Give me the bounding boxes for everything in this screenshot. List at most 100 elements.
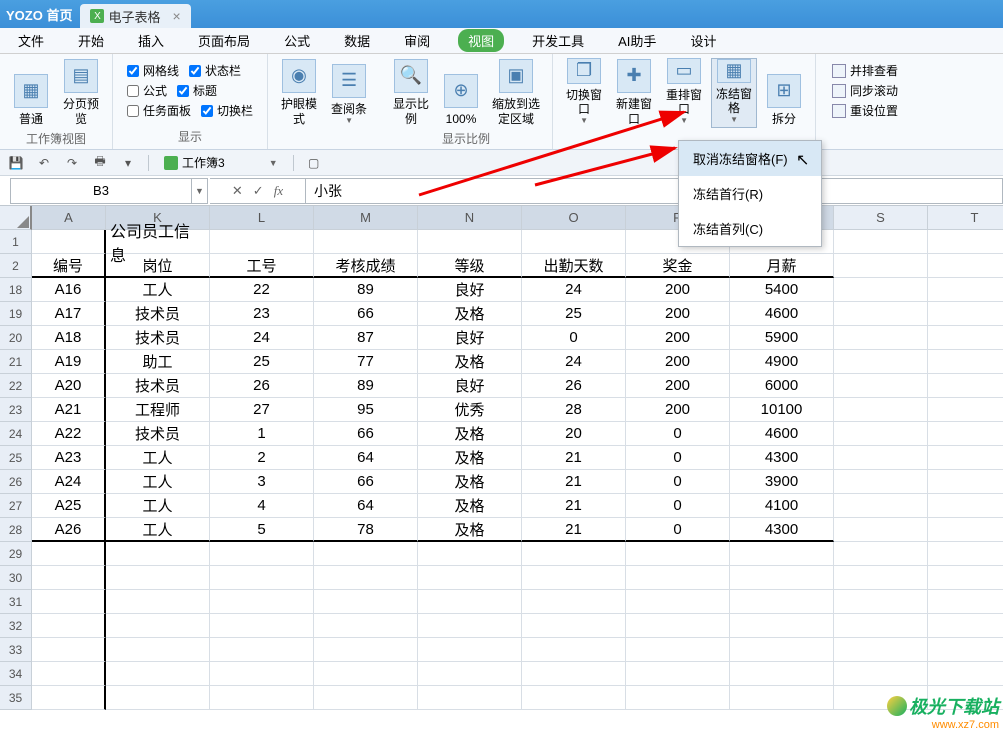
switchbar-checkbox[interactable]: 切换栏: [201, 102, 253, 119]
table-cell[interactable]: 及格: [418, 470, 522, 494]
table-header[interactable]: 工号: [210, 254, 314, 278]
cancel-icon[interactable]: ✕: [232, 183, 243, 199]
column-header[interactable]: T: [928, 206, 1003, 230]
menu-pagelayout[interactable]: 页面布局: [192, 29, 256, 52]
new-window-button[interactable]: ✚新建窗口: [611, 58, 657, 128]
sheet-icon[interactable]: ▢: [304, 153, 324, 173]
table-cell[interactable]: 0: [626, 446, 730, 470]
menu-ai[interactable]: AI助手: [612, 29, 662, 52]
table-header[interactable]: 编号: [32, 254, 106, 278]
table-header[interactable]: 月薪: [730, 254, 834, 278]
table-cell[interactable]: 0: [626, 494, 730, 518]
table-cell[interactable]: 66: [314, 470, 418, 494]
table-cell[interactable]: 77: [314, 350, 418, 374]
table-header[interactable]: 出勤天数: [522, 254, 626, 278]
switch-window-button[interactable]: ❐切换窗口▼: [561, 58, 607, 128]
table-cell[interactable]: 及格: [418, 422, 522, 446]
table-cell[interactable]: 工人: [106, 494, 210, 518]
table-cell[interactable]: 22: [210, 278, 314, 302]
workbook-tab[interactable]: X 电子表格 ×: [80, 4, 190, 28]
redo-icon[interactable]: ↷: [62, 153, 82, 173]
confirm-icon[interactable]: ✓: [253, 183, 264, 199]
table-cell[interactable]: A19: [32, 350, 106, 374]
table-cell[interactable]: 良好: [418, 374, 522, 398]
table-cell[interactable]: 21: [522, 470, 626, 494]
menu-file[interactable]: 文件: [12, 29, 50, 52]
table-cell[interactable]: 200: [626, 398, 730, 422]
freeze-first-col-item[interactable]: 冻结首列(C): [679, 211, 821, 246]
table-cell[interactable]: 4300: [730, 518, 834, 542]
table-header[interactable]: 岗位: [106, 254, 210, 278]
table-cell[interactable]: A24: [32, 470, 106, 494]
zoom-button[interactable]: 🔍显示比例: [388, 58, 434, 128]
table-cell[interactable]: 200: [626, 302, 730, 326]
undo-icon[interactable]: ↶: [34, 153, 54, 173]
table-cell[interactable]: 3900: [730, 470, 834, 494]
taskpane-checkbox[interactable]: 任务面板: [127, 102, 191, 119]
table-cell[interactable]: 4300: [730, 446, 834, 470]
table-cell[interactable]: 及格: [418, 494, 522, 518]
table-cell[interactable]: 工人: [106, 470, 210, 494]
table-cell[interactable]: 21: [522, 446, 626, 470]
table-cell[interactable]: 5400: [730, 278, 834, 302]
table-cell[interactable]: 良好: [418, 278, 522, 302]
table-cell[interactable]: 优秀: [418, 398, 522, 422]
menu-design[interactable]: 设计: [684, 29, 722, 52]
table-cell[interactable]: A23: [32, 446, 106, 470]
menu-start[interactable]: 开始: [72, 29, 110, 52]
table-cell[interactable]: 工人: [106, 518, 210, 542]
freeze-top-row-item[interactable]: 冻结首行(R): [679, 176, 821, 211]
table-cell[interactable]: 工人: [106, 278, 210, 302]
table-cell[interactable]: A25: [32, 494, 106, 518]
table-cell[interactable]: 23: [210, 302, 314, 326]
formula-input[interactable]: [306, 178, 1003, 204]
table-cell[interactable]: 200: [626, 350, 730, 374]
table-cell[interactable]: 20: [522, 422, 626, 446]
table-cell[interactable]: A22: [32, 422, 106, 446]
table-cell[interactable]: 26: [522, 374, 626, 398]
table-cell[interactable]: 21: [522, 494, 626, 518]
table-cell[interactable]: 200: [626, 278, 730, 302]
table-cell[interactable]: 5: [210, 518, 314, 542]
table-cell[interactable]: 6000: [730, 374, 834, 398]
column-header[interactable]: A: [32, 206, 106, 230]
table-cell[interactable]: 24: [522, 350, 626, 374]
table-cell[interactable]: 89: [314, 374, 418, 398]
normal-view-button[interactable]: ▦普通: [8, 58, 54, 128]
menu-data[interactable]: 数据: [338, 29, 376, 52]
table-cell[interactable]: 0: [522, 326, 626, 350]
table-cell[interactable]: A26: [32, 518, 106, 542]
table-cell[interactable]: 5900: [730, 326, 834, 350]
table-cell[interactable]: A18: [32, 326, 106, 350]
table-cell[interactable]: 技术员: [106, 302, 210, 326]
more-icon[interactable]: ▾: [118, 153, 138, 173]
statusbar-checkbox[interactable]: 状态栏: [189, 62, 241, 79]
table-cell[interactable]: 及格: [418, 302, 522, 326]
close-icon[interactable]: ×: [172, 8, 180, 24]
reset-position-button[interactable]: 重设位置: [832, 102, 898, 119]
menu-dev[interactable]: 开发工具: [526, 29, 590, 52]
table-cell[interactable]: A20: [32, 374, 106, 398]
table-cell[interactable]: 24: [210, 326, 314, 350]
table-cell[interactable]: 66: [314, 422, 418, 446]
table-cell[interactable]: 2: [210, 446, 314, 470]
table-cell[interactable]: A17: [32, 302, 106, 326]
pagebreak-preview-button[interactable]: ▤分页预览: [58, 58, 104, 128]
view-side-by-side-button[interactable]: 并排查看: [832, 62, 898, 79]
home-link[interactable]: YOZO 首页: [6, 5, 72, 24]
table-cell[interactable]: 技术员: [106, 422, 210, 446]
table-cell[interactable]: 25: [210, 350, 314, 374]
table-cell[interactable]: 1: [210, 422, 314, 446]
table-cell[interactable]: 4600: [730, 302, 834, 326]
table-cell[interactable]: 4100: [730, 494, 834, 518]
table-cell[interactable]: 工人: [106, 446, 210, 470]
table-cell[interactable]: 89: [314, 278, 418, 302]
table-cell[interactable]: 3: [210, 470, 314, 494]
table-cell[interactable]: 4900: [730, 350, 834, 374]
table-cell[interactable]: 24: [522, 278, 626, 302]
formulabar-checkbox[interactable]: 公式: [127, 82, 167, 99]
table-cell[interactable]: 0: [626, 470, 730, 494]
fx-icon[interactable]: fx: [274, 183, 283, 199]
table-cell[interactable]: 及格: [418, 518, 522, 542]
table-cell[interactable]: 25: [522, 302, 626, 326]
